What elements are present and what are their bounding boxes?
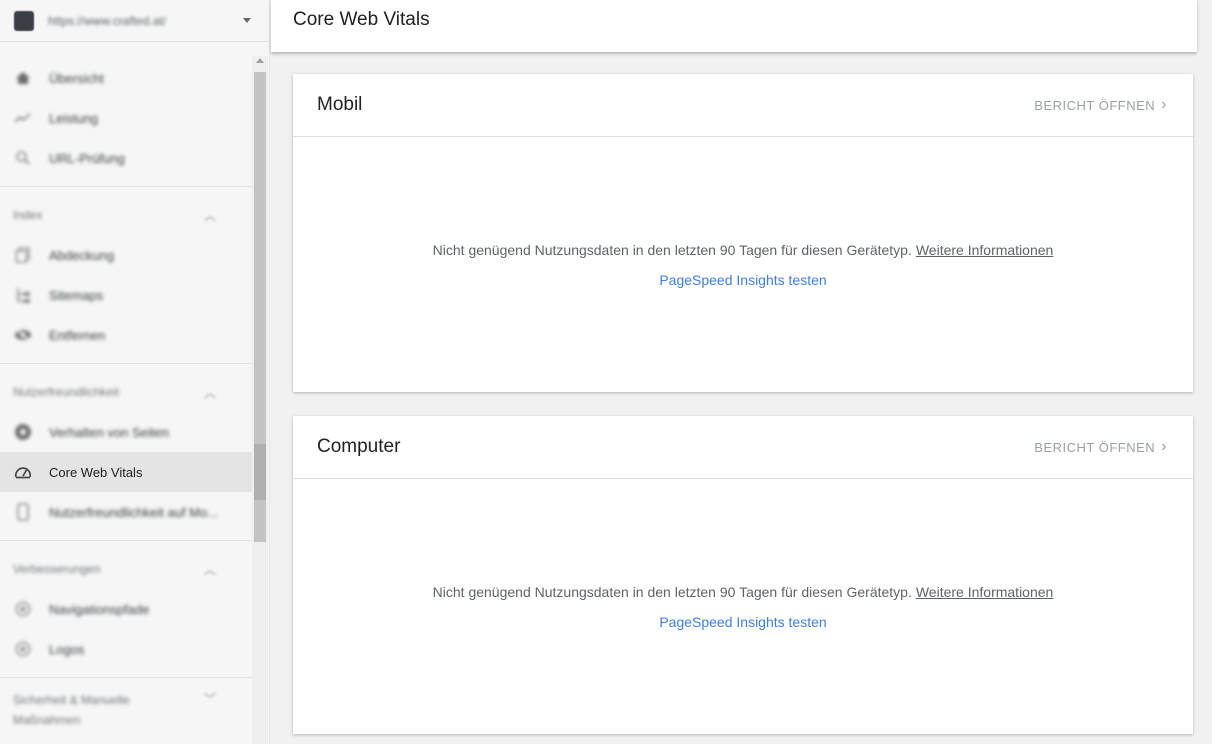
scroll-up-arrow-icon[interactable]	[256, 58, 264, 63]
section-header-enhancements[interactable]: Verbesserungen ︿	[0, 549, 252, 589]
layers-icon	[14, 600, 32, 618]
sidebar-item-label: Entfernen	[49, 327, 106, 343]
card-title: Computer	[317, 436, 401, 457]
insufficient-data-message: Nicht genügend Nutzungsdaten in den letz…	[433, 584, 1054, 600]
sidebar-item-label: Übersicht	[49, 70, 104, 86]
divider	[0, 540, 252, 541]
section-header-usability[interactable]: Nutzerfreundlichkeit ︿	[0, 372, 252, 412]
layers-icon	[14, 640, 32, 658]
insufficient-data-message: Nicht genügend Nutzungsdaten in den letz…	[433, 242, 1054, 258]
open-report-button[interactable]: BERICHT ÖFFNEN ›	[1034, 439, 1167, 455]
section-header-security[interactable]: Sicherheit & Manuelle Maßnahmen ﹀	[0, 686, 252, 730]
sidebar-item-label: Verhalten von Seiten	[49, 424, 169, 440]
page-title: Core Web Vitals	[293, 9, 430, 30]
report-card-mobile: Mobil BERICHT ÖFFNEN › Nicht genügend Nu…	[293, 74, 1193, 392]
open-report-label: BERICHT ÖFFNEN	[1034, 439, 1156, 455]
search-icon	[14, 149, 32, 167]
section-title: Sicherheit & Manuelle Maßnahmen	[13, 693, 130, 727]
card-body: Nicht genügend Nutzungsdaten in den letz…	[293, 137, 1193, 392]
chevron-right-icon: ›	[1161, 96, 1167, 113]
card-title: Mobil	[317, 94, 363, 115]
page-header: Core Web Vitals	[271, 0, 1197, 52]
smartphone-icon	[14, 503, 32, 521]
chevron-right-icon: ›	[1161, 438, 1167, 455]
sidebar-item-overview[interactable]: Übersicht	[0, 58, 252, 98]
card-header: Computer BERICHT ÖFFNEN ›	[293, 416, 1193, 479]
dropdown-arrow-icon[interactable]	[243, 18, 251, 23]
sidebar-item-mobile-usability[interactable]: Nutzerfreundlichkeit auf Mo...	[0, 492, 252, 532]
sidebar-item-label: Abdeckung	[49, 247, 115, 263]
sidebar-item-removals[interactable]: Entfernen	[0, 315, 252, 355]
chevron-up-icon: ︿	[203, 208, 216, 223]
message-text: Nicht genügend Nutzungsdaten in den letz…	[432, 241, 912, 258]
message-text: Nicht genügend Nutzungsdaten in den letz…	[432, 583, 912, 600]
divider	[0, 363, 252, 364]
trending-up-icon	[14, 109, 32, 127]
report-card-desktop: Computer BERICHT ÖFFNEN › Nicht genügend…	[293, 416, 1193, 734]
sidebar: https://www.crafted.at/ Übersicht Leistu…	[0, 0, 270, 744]
open-report-label: BERICHT ÖFFNEN	[1034, 97, 1156, 113]
chevron-up-icon: ︿	[203, 385, 216, 400]
sidebar-item-performance[interactable]: Leistung	[0, 98, 252, 138]
site-favicon	[14, 10, 34, 31]
card-body: Nicht genügend Nutzungsdaten in den letz…	[293, 479, 1193, 734]
section-title: Nutzerfreundlichkeit	[13, 385, 120, 399]
sidebar-item-url-inspection[interactable]: URL-Prüfung	[0, 138, 252, 178]
main-scrollbar[interactable]	[1197, 52, 1212, 744]
sitemap-icon	[14, 286, 32, 304]
chevron-up-icon: ︿	[203, 562, 216, 577]
chevron-down-icon: ﹀	[203, 692, 216, 706]
sidebar-item-label: Navigationspfade	[49, 601, 150, 617]
sidebar-item-logos[interactable]: Logos	[0, 629, 252, 669]
home-icon	[14, 69, 32, 87]
property-url: https://www.crafted.at/	[48, 13, 167, 28]
pagespeed-insights-link[interactable]: PageSpeed Insights testen	[659, 614, 826, 630]
section-header-index[interactable]: Index ︿	[0, 195, 252, 235]
sidebar-item-breadcrumbs[interactable]: Navigationspfade	[0, 589, 252, 629]
sidebar-item-label: Nutzerfreundlichkeit auf Mo...	[49, 504, 219, 520]
sidebar-item-sitemaps[interactable]: Sitemaps	[0, 275, 252, 315]
sidebar-item-label: URL-Prüfung	[49, 150, 125, 166]
card-header: Mobil BERICHT ÖFFNEN ›	[293, 74, 1193, 137]
sidebar-scrollbar-thumb-highlight	[254, 444, 266, 500]
speedometer-icon	[14, 463, 32, 481]
sidebar-item-label: Sitemaps	[49, 287, 104, 303]
main-content: Core Web Vitals Mobil BERICHT ÖFFNEN › N…	[271, 0, 1212, 744]
divider	[0, 677, 252, 678]
section-title: Verbesserungen	[13, 562, 101, 576]
pagespeed-insights-link[interactable]: PageSpeed Insights testen	[659, 272, 826, 288]
sidebar-item-page-experience[interactable]: Verhalten von Seiten	[0, 412, 252, 452]
property-selector[interactable]: https://www.crafted.at/	[0, 0, 269, 42]
sidebar-item-label: Core Web Vitals	[49, 464, 143, 480]
learn-more-link[interactable]: Weitere Informationen	[916, 584, 1053, 600]
gear-badge-icon	[14, 423, 32, 441]
sidebar-nav: Übersicht Leistung URL-Prüfung Index ︿ A…	[0, 58, 252, 730]
open-report-button[interactable]: BERICHT ÖFFNEN ›	[1034, 97, 1167, 113]
section-title: Index	[13, 208, 43, 222]
sidebar-item-label: Leistung	[49, 110, 99, 126]
divider	[0, 186, 252, 187]
copy-icon	[14, 246, 32, 264]
sidebar-item-label: Logos	[49, 641, 85, 657]
learn-more-link[interactable]: Weitere Informationen	[916, 242, 1053, 258]
visibility-off-icon	[14, 326, 32, 344]
sidebar-item-coverage[interactable]: Abdeckung	[0, 235, 252, 275]
sidebar-item-core-web-vitals[interactable]: Core Web Vitals	[0, 452, 252, 492]
